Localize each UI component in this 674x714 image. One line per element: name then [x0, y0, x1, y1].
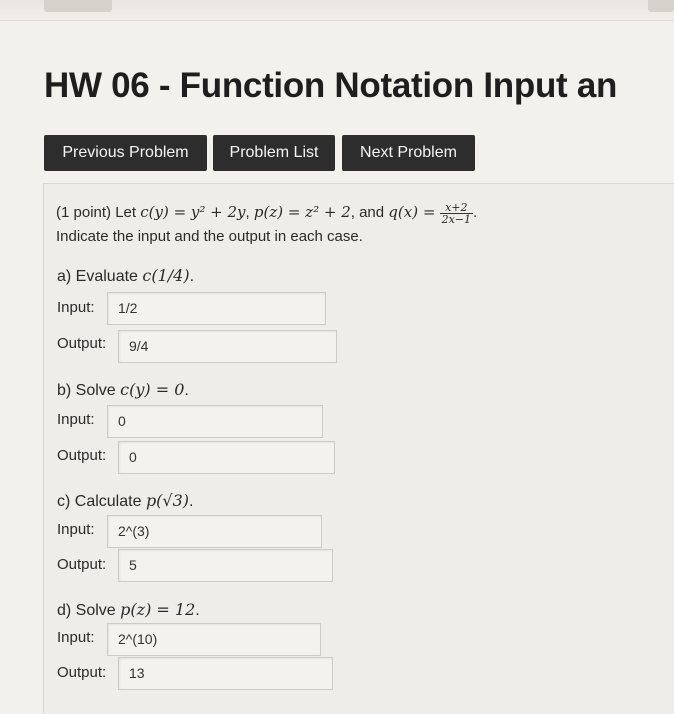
- part-c-expression: p(√3): [145, 491, 190, 510]
- part-a-input-field[interactable]: 1/2: [107, 292, 326, 325]
- top-tab[interactable]: [648, 0, 674, 12]
- next-problem-button[interactable]: Next Problem: [342, 135, 475, 171]
- part-d-input-label: Input:: [57, 629, 95, 646]
- p-definition: p(z) = z² + 2: [253, 203, 351, 221]
- part-c-input-field[interactable]: 2^(3): [107, 515, 322, 548]
- part-b-input-field[interactable]: 0: [107, 405, 323, 438]
- part-a-prompt: a) Evaluate c(1/4).: [57, 266, 195, 285]
- part-c-output-label: Output:: [57, 556, 107, 573]
- instruction-text: Indicate the input and the output in eac…: [56, 228, 363, 245]
- part-a-output-field[interactable]: 9/4: [118, 330, 337, 363]
- q-numerator: x+2: [439, 202, 473, 214]
- part-c-prompt: c) Calculate p(√3).: [57, 491, 194, 510]
- top-tab[interactable]: [44, 0, 112, 12]
- part-a-expression: c(1/4): [142, 266, 190, 285]
- page-title: HW 06 - Function Notation Input an: [44, 66, 618, 105]
- part-b-expression: c(y) = 0: [120, 380, 185, 399]
- part-d-label: d) Solve: [57, 602, 116, 619]
- points-text: (1 point) Let: [56, 204, 137, 221]
- c-definition: c(y) = y² + 2y: [140, 203, 246, 221]
- part-b-label: b) Solve: [57, 382, 116, 399]
- browser-top-bar: [0, 0, 674, 21]
- part-b-output-label: Output:: [57, 447, 107, 464]
- part-b-output-field[interactable]: 0: [118, 441, 335, 474]
- part-d-input-field[interactable]: 2^(10): [107, 623, 321, 656]
- part-c-output-field[interactable]: 5: [118, 549, 333, 582]
- q-denominator: 2x−1: [441, 212, 471, 226]
- part-d-prompt: d) Solve p(z) = 12.: [57, 600, 200, 619]
- problem-list-button[interactable]: Problem List: [213, 135, 335, 171]
- part-d-output-label: Output:: [57, 664, 107, 681]
- part-c-input-label: Input:: [57, 521, 95, 538]
- previous-problem-button[interactable]: Previous Problem: [44, 135, 207, 171]
- part-a-label: a) Evaluate: [57, 268, 138, 285]
- part-d-expression: p(z) = 12: [120, 600, 196, 619]
- q-lhs: q(x) =: [388, 203, 436, 221]
- q-fraction: x+2 2x−1: [439, 202, 473, 226]
- part-b-input-label: Input:: [57, 411, 95, 428]
- part-b-prompt: b) Solve c(y) = 0.: [57, 380, 189, 399]
- and-text: , and: [350, 204, 385, 221]
- part-a-output-label: Output:: [57, 335, 107, 352]
- part-c-label: c) Calculate: [57, 493, 142, 510]
- part-d-output-field[interactable]: 13: [118, 657, 333, 690]
- part-a-input-label: Input:: [57, 299, 95, 316]
- problem-statement: (1 point) Let c(y) = y² + 2y, p(z) = z² …: [56, 198, 656, 251]
